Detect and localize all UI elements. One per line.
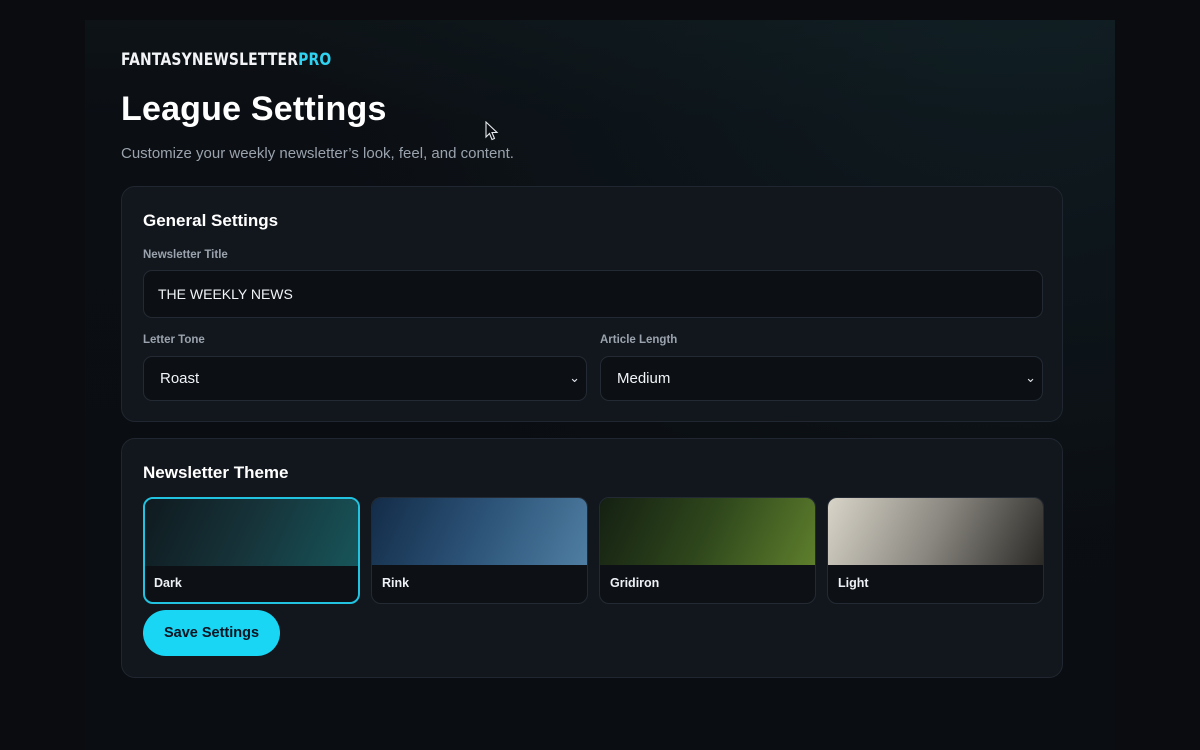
article-length-select[interactable]: Medium ⌄ <box>600 356 1043 401</box>
brand-logo-main: FANTASYNEWSLETTER <box>121 50 299 70</box>
chevron-down-icon: ⌄ <box>1025 371 1036 386</box>
theme-option-label: Rink <box>382 576 410 590</box>
letter-tone-select[interactable]: Roast ⌄ <box>143 356 587 401</box>
letter-tone-label: Letter Tone <box>143 334 205 346</box>
chevron-down-icon: ⌄ <box>569 371 580 386</box>
general-settings-panel: General Settings Newsletter Title THE WE… <box>121 186 1063 422</box>
theme-swatch <box>145 499 358 566</box>
theme-option-label: Dark <box>154 576 182 590</box>
newsletter-title-input[interactable]: THE WEEKLY NEWS <box>143 270 1043 318</box>
theme-option-label: Gridiron <box>610 576 660 590</box>
brand-logo-suffix: PRO <box>298 50 332 70</box>
theme-option-dark[interactable]: Dark <box>143 497 360 604</box>
theme-option-rink[interactable]: Rink <box>371 497 588 604</box>
newsletter-title-label: Newsletter Title <box>143 249 228 261</box>
theme-swatch <box>600 498 815 565</box>
article-length-label: Article Length <box>600 334 678 346</box>
theme-option-label: Light <box>838 576 869 590</box>
theme-swatch <box>828 498 1043 565</box>
newsletter-title-value: THE WEEKLY NEWS <box>158 286 293 302</box>
newsletter-theme-heading: Newsletter Theme <box>143 463 289 482</box>
theme-option-gridiron[interactable]: Gridiron <box>599 497 816 604</box>
general-settings-heading: General Settings <box>143 211 279 230</box>
theme-option-light[interactable]: Light <box>827 497 1044 604</box>
theme-swatch <box>372 498 587 565</box>
newsletter-theme-panel: Newsletter Theme Dark Rink Gridiron Ligh… <box>121 438 1063 678</box>
brand-logo: FANTASYNEWSLETTERPRO <box>121 50 331 70</box>
page-title: League Settings <box>121 90 387 128</box>
app-window: FANTASYNEWSLETTERPRO League Settings Cus… <box>85 20 1115 750</box>
letter-tone-value: Roast <box>160 370 200 387</box>
mouse-cursor-icon <box>485 121 499 141</box>
article-length-value: Medium <box>617 370 671 387</box>
save-settings-button[interactable]: Save Settings <box>143 610 280 656</box>
page-subtitle: Customize your weekly newsletter’s look,… <box>121 145 514 162</box>
